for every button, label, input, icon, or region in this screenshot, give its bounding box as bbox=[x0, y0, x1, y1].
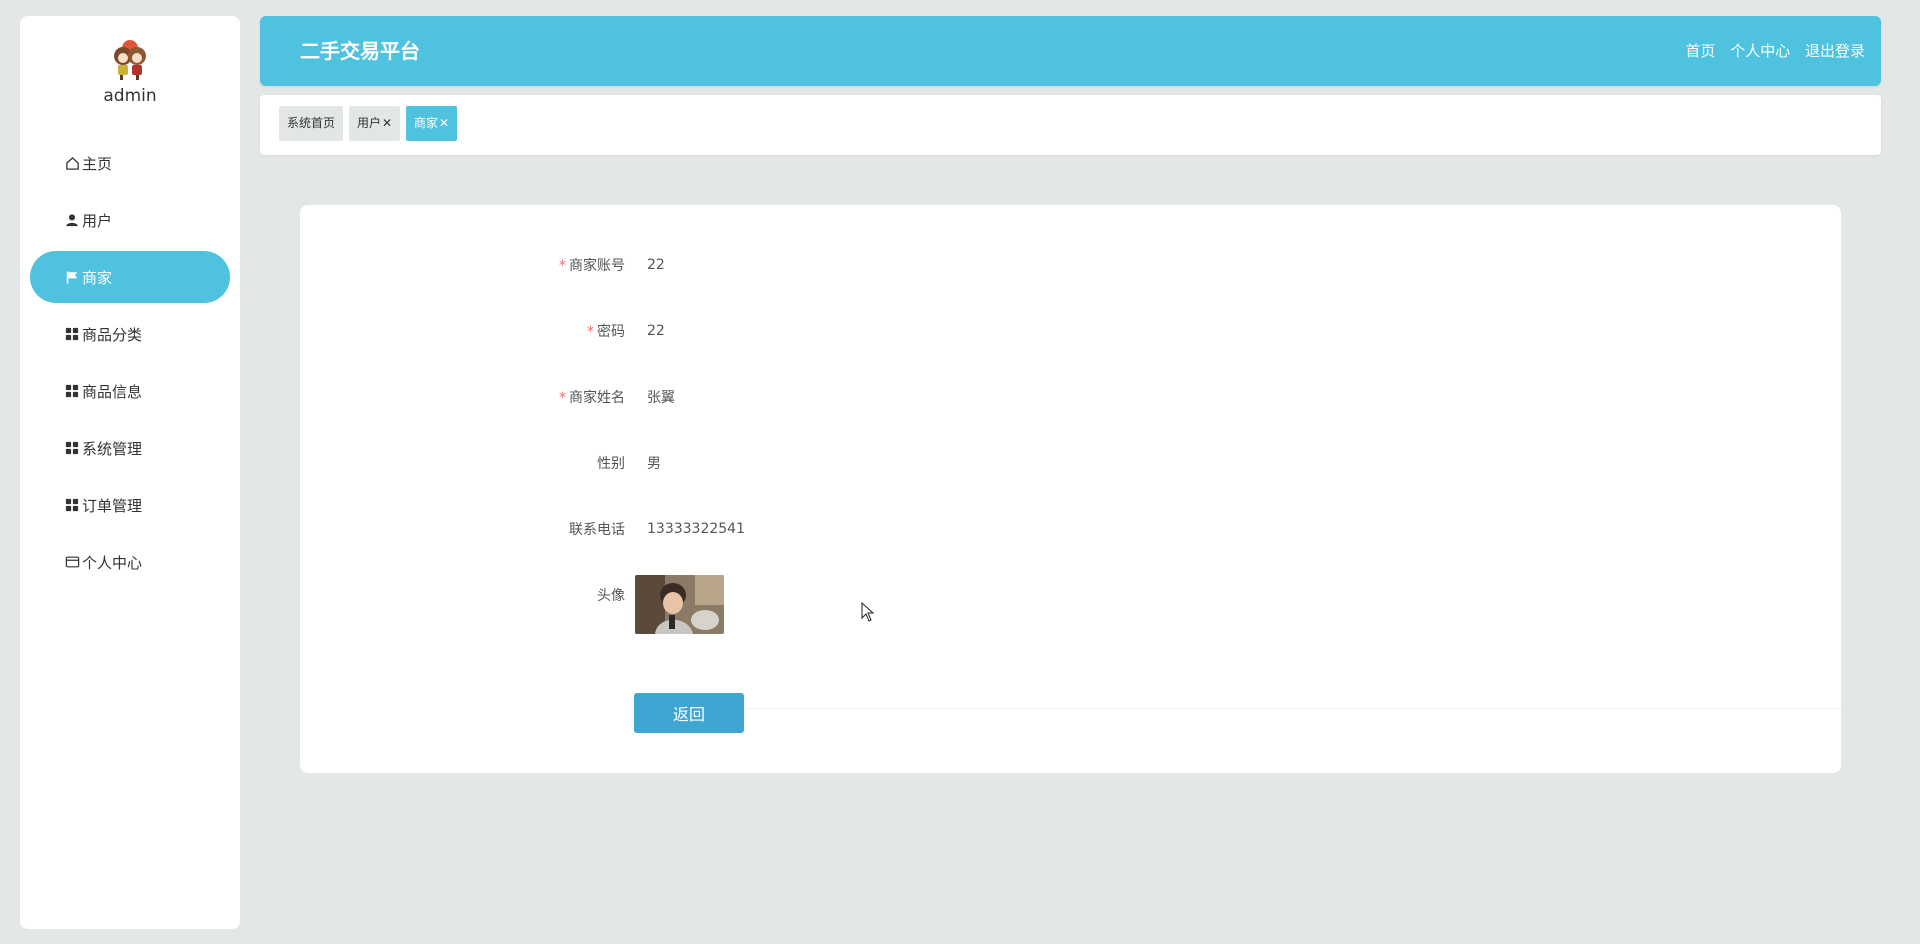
sidebar-item-category[interactable]: 商品分类 bbox=[30, 308, 230, 360]
user-icon bbox=[64, 212, 80, 228]
grid-icon bbox=[64, 497, 80, 513]
home-icon bbox=[64, 155, 80, 171]
field-value: 13333322541 bbox=[647, 521, 745, 537]
user-block: admin bbox=[20, 34, 240, 106]
sidebar-item-label: 商品分类 bbox=[82, 325, 143, 344]
avatar-photo-icon bbox=[635, 575, 724, 634]
header-link-profile[interactable]: 个人中心 bbox=[1730, 42, 1790, 60]
close-icon[interactable]: ✕ bbox=[439, 116, 449, 130]
header-link-logout[interactable]: 退出登录 bbox=[1805, 42, 1865, 60]
sidebar-item-label: 个人中心 bbox=[82, 553, 143, 572]
tab-label: 用户 bbox=[357, 116, 382, 130]
form-row-gender: 性别 男 bbox=[300, 443, 1841, 483]
sidebar-item-user[interactable]: 用户 bbox=[30, 194, 230, 246]
form-row-name: * 商家姓名 张翼 bbox=[300, 377, 1841, 417]
grid-icon bbox=[64, 326, 80, 342]
tabs-bar: 系统首页 用户✕ 商家✕ bbox=[260, 95, 1881, 155]
field-label: 联系电话 bbox=[569, 522, 625, 538]
sidebar-item-system[interactable]: 系统管理 bbox=[30, 422, 230, 474]
header-links: 首页 个人中心 退出登录 bbox=[1675, 16, 1865, 86]
back-button[interactable]: 返回 bbox=[634, 693, 744, 733]
top-header: 二手交易平台 首页 个人中心 退出登录 bbox=[260, 16, 1881, 86]
avatar-illustration-icon bbox=[114, 40, 146, 80]
field-label: * 密码 bbox=[587, 324, 625, 340]
header-link-home[interactable]: 首页 bbox=[1685, 42, 1715, 60]
field-value: 22 bbox=[647, 323, 665, 339]
tab-merchant[interactable]: 商家✕ bbox=[406, 106, 458, 141]
username: admin bbox=[103, 86, 157, 106]
field-label: 头像 bbox=[597, 588, 625, 604]
close-icon[interactable]: ✕ bbox=[382, 116, 392, 130]
required-mark: * bbox=[587, 324, 594, 340]
sidebar-item-merchant[interactable]: 商家 bbox=[30, 251, 230, 303]
sidebar-item-label: 订单管理 bbox=[82, 496, 143, 515]
card-icon bbox=[64, 554, 80, 570]
sidebar-item-label: 主页 bbox=[82, 154, 113, 173]
field-value: 22 bbox=[647, 257, 665, 273]
sidebar-item-orders[interactable]: 订单管理 bbox=[30, 479, 230, 531]
merchant-detail-card: * 商家账号 22 * 密码 22 * 商家姓名 张翼 性别 男 联系电话 13333… bbox=[300, 205, 1841, 773]
sidebar-item-home[interactable]: 主页 bbox=[30, 137, 230, 189]
admin-avatar bbox=[106, 34, 154, 82]
required-mark: * bbox=[559, 390, 566, 406]
field-label: * 商家姓名 bbox=[559, 390, 625, 406]
sidebar: admin 主页 用户 商家 商品分类 商品信息 系统管理 订单管理 个人中心 bbox=[20, 16, 240, 929]
field-label: * 商家账号 bbox=[559, 258, 625, 274]
sidebar-menu: 主页 用户 商家 商品分类 商品信息 系统管理 订单管理 个人中心 bbox=[30, 137, 230, 593]
tab-system-home[interactable]: 系统首页 bbox=[279, 106, 344, 141]
sidebar-item-profile[interactable]: 个人中心 bbox=[30, 536, 230, 588]
required-mark: * bbox=[559, 258, 566, 274]
form-row-password: * 密码 22 bbox=[300, 311, 1841, 351]
form-row-avatar: 头像 bbox=[300, 575, 1841, 615]
flag-icon bbox=[64, 269, 80, 285]
field-label: 性别 bbox=[597, 456, 625, 472]
field-value: 男 bbox=[647, 456, 661, 472]
platform-title: 二手交易平台 bbox=[300, 39, 420, 63]
sidebar-item-goods[interactable]: 商品信息 bbox=[30, 365, 230, 417]
tab-label: 商家 bbox=[414, 116, 439, 130]
form-row-phone: 联系电话 13333322541 bbox=[300, 509, 1841, 549]
tab-label: 系统首页 bbox=[287, 116, 336, 130]
grid-icon bbox=[64, 383, 80, 399]
sidebar-item-label: 用户 bbox=[82, 211, 113, 230]
field-value: 张翼 bbox=[647, 390, 675, 406]
mouse-cursor-icon bbox=[861, 601, 875, 622]
grid-icon bbox=[64, 440, 80, 456]
sidebar-item-label: 系统管理 bbox=[82, 439, 143, 458]
sidebar-item-label: 商家 bbox=[82, 268, 113, 287]
merchant-avatar-image bbox=[635, 575, 724, 634]
divider bbox=[634, 708, 1841, 709]
form-row-account: * 商家账号 22 bbox=[300, 245, 1841, 285]
sidebar-item-label: 商品信息 bbox=[82, 382, 143, 401]
tab-user[interactable]: 用户✕ bbox=[349, 106, 401, 141]
